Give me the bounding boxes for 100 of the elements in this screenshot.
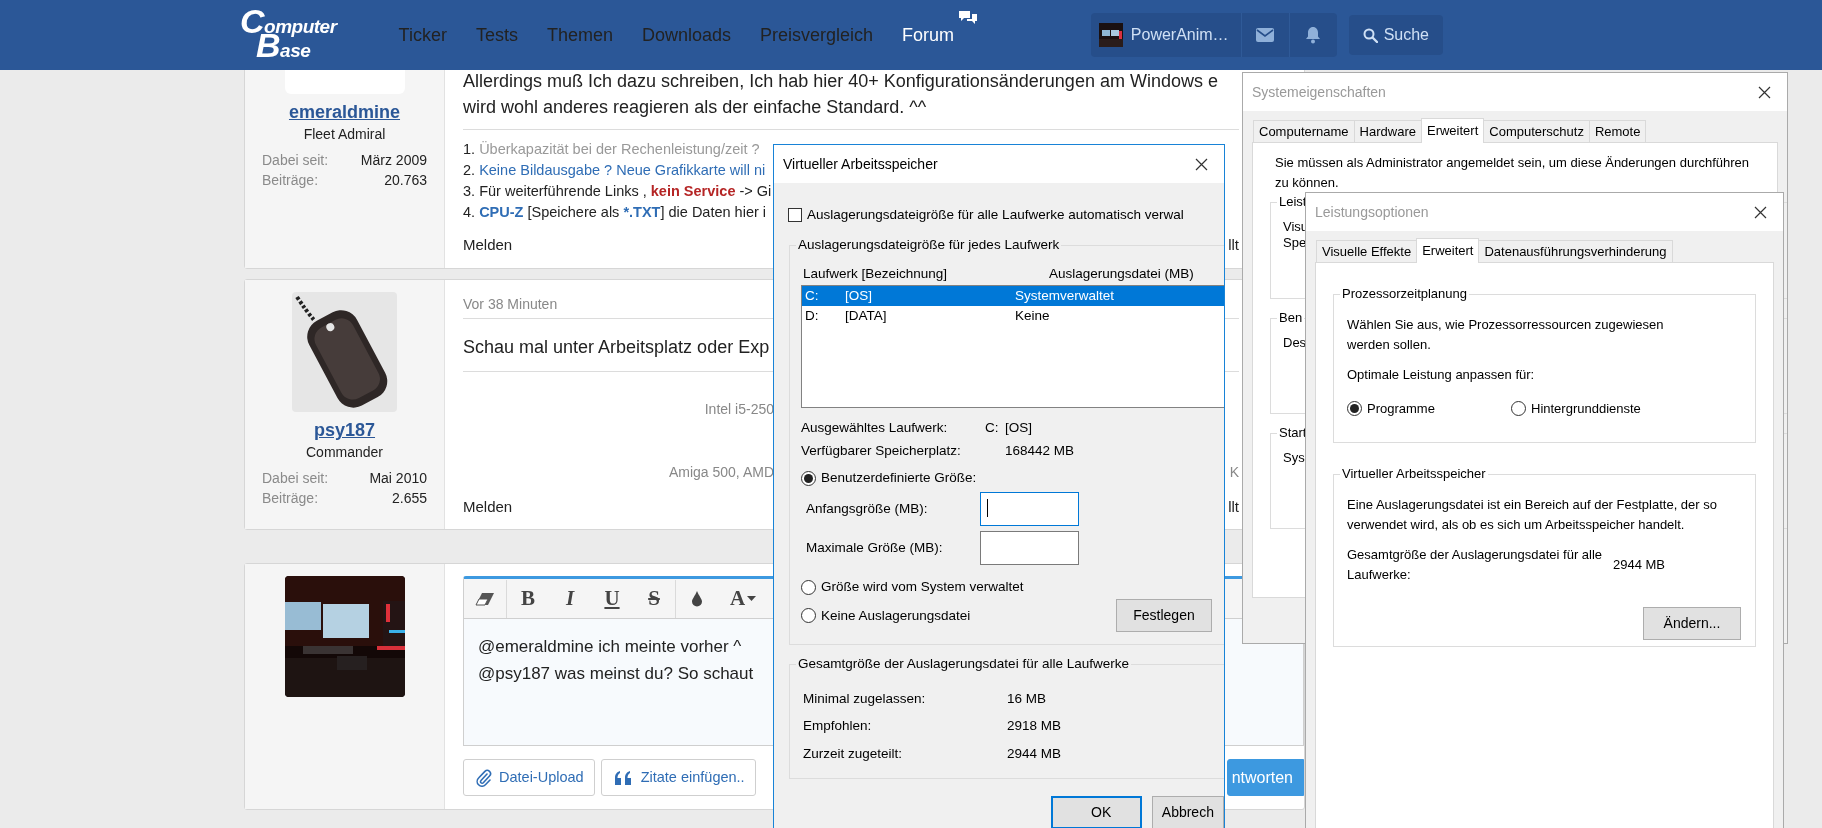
column-header: Laufwerk [Bezeichnung]: [803, 265, 949, 284]
size-field[interactable]: [980, 531, 1079, 566]
info-value: 16 MB: [1007, 689, 1047, 708]
info-label: Verfügbarer Speicherplatz:: [801, 441, 962, 460]
close-icon: [1753, 205, 1767, 219]
list-row[interactable]: C: [OS] Systemverwaltet: [802, 286, 1224, 307]
field-label: Maximale Größe (MB):: [806, 539, 944, 558]
field-label: Anfangsgröße (MB):: [806, 500, 929, 519]
stat-label: Dabei seit:: [262, 151, 329, 170]
username-link[interactable]: emeraldmine: [288, 100, 401, 124]
info-value: 2918 MB: [1007, 717, 1062, 736]
tab[interactable]: Datenausführungsverhinderung: [1478, 240, 1673, 262]
description-text: Wählen Sie aus, wie Prozessorressourcen zugewiesen werden sollen.: [1347, 316, 1665, 354]
prompt-text: Optimale Leistung anpassen für:: [1347, 366, 1535, 384]
search-icon: [1362, 27, 1378, 43]
radio-label: Größe wird vom System verwaltet: [821, 578, 1024, 597]
share-link[interactable]: llt: [1228, 235, 1239, 255]
list-cell-text: C:: [805, 287, 820, 306]
user-menu[interactable]: PowerAnim…: [1090, 13, 1241, 57]
dialog-button[interactable]: Abbrech: [1151, 795, 1224, 828]
info-value: [OS]: [1005, 418, 1032, 437]
setting-text: Spe: [1283, 235, 1307, 251]
info-label: Empfohlen:: [803, 717, 873, 736]
format-button[interactable]: U: [591, 578, 633, 619]
radio-button[interactable]: [1347, 400, 1362, 416]
mail-icon: [1256, 28, 1275, 42]
setting-text: Sys: [1283, 450, 1305, 466]
description-text: Eine Auslagerungsdatei ist ein Bereich auf der Festplatte, der so verwendet wird, als ob es sich um Arbeitsspeicher handelt.: [1347, 496, 1718, 534]
list-item: 1. Überkapazität bei der Rechenleistung/zeit ?: [463, 140, 760, 159]
change-button[interactable]: Ändern...: [1643, 607, 1741, 640]
search-button[interactable]: Suche: [1348, 15, 1443, 55]
setting-text: Des: [1283, 335, 1307, 351]
signature-text: Intel i5-250: [704, 401, 774, 417]
report-link[interactable]: Melden: [463, 235, 513, 255]
tab[interactable]: Erweitert: [1416, 238, 1480, 263]
tab[interactable]: Computername: [1253, 120, 1355, 142]
post-text: wird wohl anderes reagieren als der einfache Standard. ^^: [463, 96, 927, 119]
stat-label: Beiträge:: [262, 171, 319, 190]
info-value: 2944 MB: [1007, 744, 1062, 763]
format-button[interactable]: I: [549, 578, 591, 619]
font-button[interactable]: A: [718, 578, 768, 619]
post-text: Schau mal unter Arbeitsplatz oder Exp: [463, 336, 770, 359]
dialog-button[interactable]: OK: [1051, 795, 1142, 828]
checkbox[interactable]: [788, 208, 802, 223]
info-label: Gesamtgröße der Auslagerungsdatei für alle Laufwerke:: [1347, 546, 1604, 584]
stat-value: 2.655: [391, 489, 427, 508]
radio-label: Programme: [1367, 399, 1435, 418]
username-link[interactable]: psy187: [313, 418, 376, 442]
report-link[interactable]: Melden: [463, 497, 513, 517]
list-row[interactable]: D: [DATA] Keine: [802, 306, 1224, 327]
info-value: 168442 MB: [1005, 441, 1075, 460]
close-icon: [1757, 85, 1771, 99]
list-cell-text: [OS]: [845, 287, 873, 306]
eraser-icon: [475, 591, 495, 606]
bell-icon: [1305, 26, 1322, 44]
text-cursor: [987, 499, 988, 518]
size-field[interactable]: [980, 492, 1079, 527]
upload-button[interactable]: Datei-Upload: [463, 759, 595, 796]
user-rank: Fleet Admiral: [303, 125, 386, 144]
tab[interactable]: Remote: [1588, 120, 1647, 142]
info-value: 2944 MB: [1613, 556, 1666, 575]
radio-button[interactable]: [1511, 400, 1526, 416]
post-date: Vor 38 Minuten: [463, 295, 558, 314]
format-button[interactable]: S: [633, 578, 675, 619]
user-rank: Commander: [306, 443, 383, 462]
signature-text: K: [1229, 463, 1239, 482]
stat-label: Beiträge:: [262, 489, 319, 508]
nav-link[interactable]: Forum: [902, 9, 979, 49]
list-cell-text: D:: [805, 307, 820, 326]
stat-value: 20.763: [384, 171, 427, 190]
column-header: Auslagerungsdatei (MB): [1049, 265, 1194, 284]
tab[interactable]: Computerschutz: [1483, 120, 1590, 142]
stat-value: Mai 2010: [369, 469, 427, 488]
window-title: Virtueller Arbeitsspeicher: [783, 154, 938, 174]
set-button[interactable]: Festlegen: [1116, 599, 1212, 633]
list-cell-text: Keine: [1015, 307, 1050, 326]
stat-value: März 2009: [360, 151, 427, 170]
info-label: Zurzeit zugeteilt:: [803, 744, 904, 763]
list-item: 3. Für weiterführende Links , kein Service -> Gi: [463, 182, 772, 201]
radio-label: Benutzerdefinierte Größe:: [821, 469, 977, 488]
tab[interactable]: Erweitert: [1420, 118, 1485, 143]
window-title: Systemeigenschaften: [1252, 82, 1386, 102]
radio-button[interactable]: [801, 470, 816, 486]
radio-button[interactable]: [801, 608, 816, 624]
radio-label: Keine Auslagerungsdatei: [821, 606, 971, 625]
share-link[interactable]: llt: [1228, 497, 1239, 517]
notice-text: Sie müssen als Administrator angemeldet sein, um diese Änderungen durchführen zu können.: [1275, 154, 1751, 192]
list-cell-text: Systemverwaltet: [1015, 287, 1115, 306]
paperclip-icon: [476, 768, 492, 787]
close-icon: [1194, 157, 1208, 171]
tab[interactable]: Visuelle Effekte: [1316, 240, 1418, 262]
post-text: Allerdings muß Ich dazu schreiben, Ich hab hier 40+ Konfigurationsänderungen am Windows e: [463, 70, 1218, 93]
info-label: Minimal zugelassen:: [803, 689, 927, 708]
format-button[interactable]: B: [507, 578, 549, 619]
radio-button[interactable]: [801, 579, 816, 595]
quote-icon: [613, 769, 634, 786]
list-item: 2. Keine Bildausgabe ? Neue Grafikkarte will ni: [463, 161, 766, 180]
drop-icon: [691, 590, 703, 607]
insert-quotes-button[interactable]: Zitate einfügen..: [600, 759, 756, 796]
info-value: C:: [985, 418, 1000, 437]
